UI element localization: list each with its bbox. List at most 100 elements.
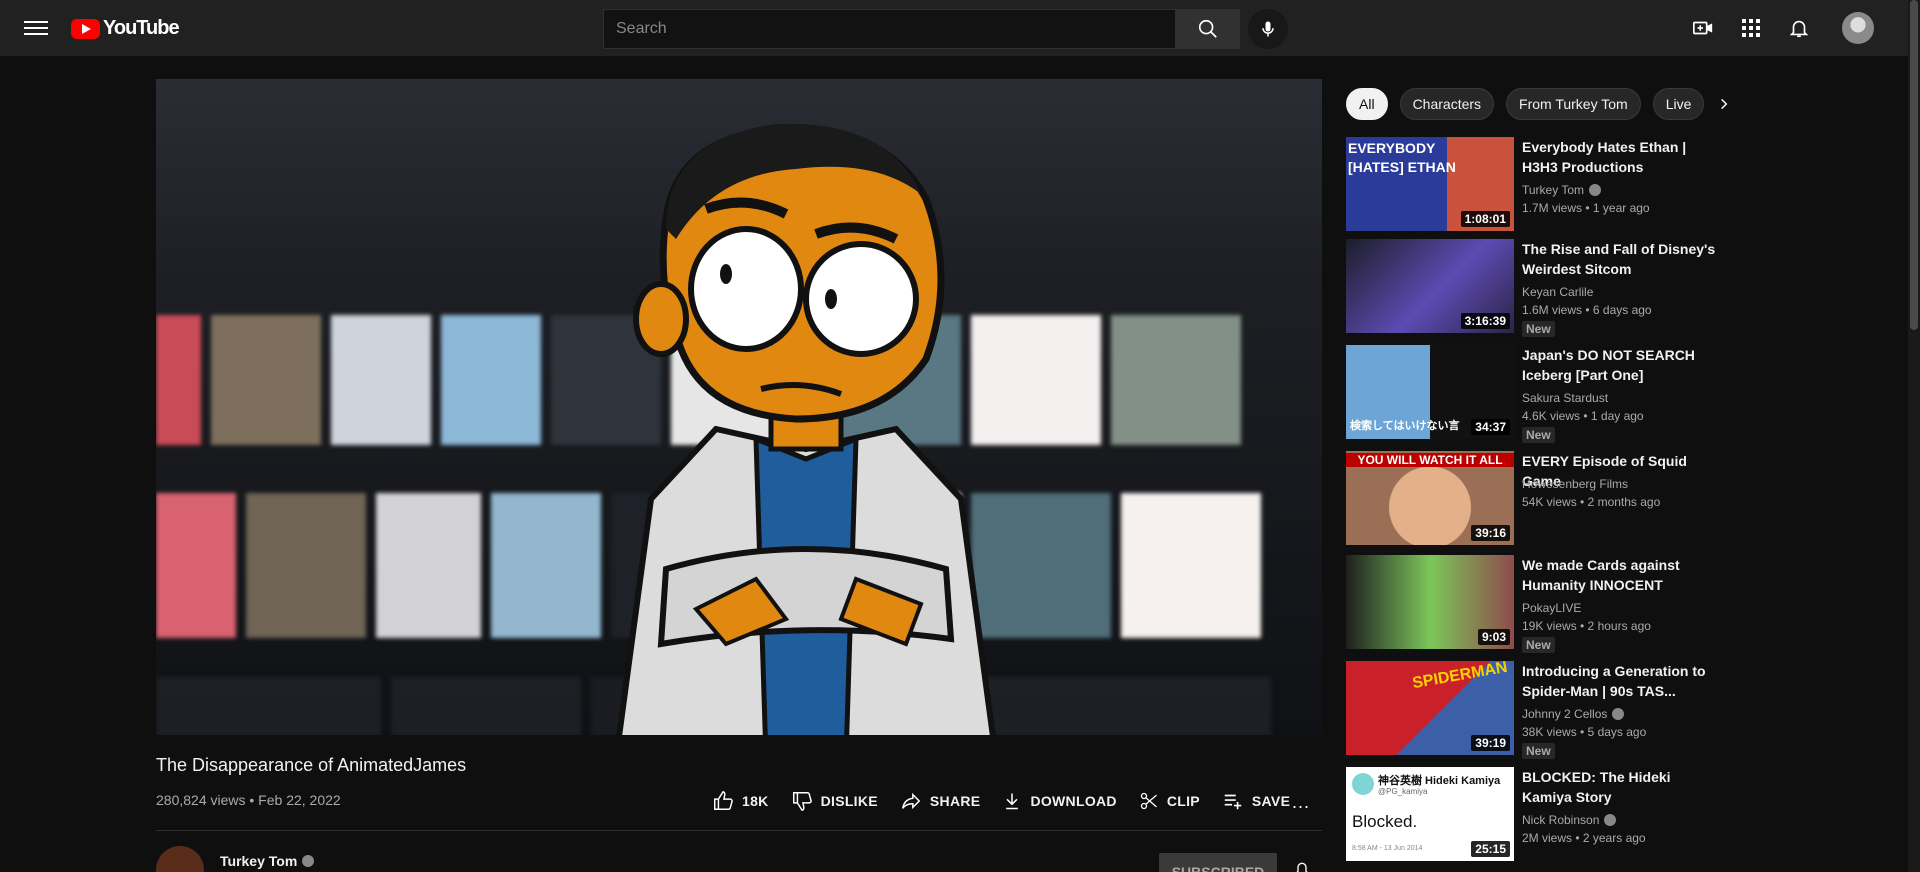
video-duration: 39:16 bbox=[1471, 525, 1510, 541]
video-actions: 18K DISLIKE SHARE DOWNLOAD CLIP SAVE bbox=[712, 789, 1312, 813]
video-thumbnail[interactable]: 神谷英樹 Hideki Kamiya @PG_kamiya Blocked. 8… bbox=[1346, 767, 1514, 861]
video-thumbnail[interactable]: EVERYBODY [HATES] ETHAN 1:08:01 bbox=[1346, 137, 1514, 231]
thumbnail-text: YOU WILL WATCH IT ALL bbox=[1346, 453, 1514, 467]
thumbnail-text: EVERYBODY [HATES] ETHAN bbox=[1348, 140, 1456, 175]
scissors-icon bbox=[1140, 792, 1157, 810]
subscribed-button[interactable]: SUBSCRIBED bbox=[1159, 853, 1277, 872]
new-badge: New bbox=[1522, 321, 1555, 337]
recommendation-title[interactable]: Everybody Hates Ethan | H3H3 Productions bbox=[1522, 137, 1722, 177]
like-button[interactable]: 18K bbox=[712, 790, 769, 812]
scrollbar-thumb[interactable] bbox=[1910, 0, 1918, 330]
recommendation-item[interactable]: 9:03 We made Cards against Humanity INNO… bbox=[1346, 555, 1746, 653]
clip-button[interactable]: CLIP bbox=[1139, 791, 1200, 811]
video-thumbnail[interactable]: YOU WILL WATCH IT ALL 39:16 bbox=[1346, 451, 1514, 545]
youtube-logo[interactable]: YouTube bbox=[71, 17, 180, 40]
video-thumbnail[interactable]: 9:03 bbox=[1346, 555, 1514, 649]
chip-from-turkey-tom[interactable]: From Turkey Tom bbox=[1506, 88, 1641, 120]
chips-next-button[interactable] bbox=[1712, 92, 1736, 116]
thumbnail-date: 8:58 AM - 13 Jun 2014 bbox=[1352, 845, 1423, 852]
recommendation-title[interactable]: Introducing a Generation to Spider-Man |… bbox=[1522, 661, 1722, 701]
channel-name-text: Turkey Tom bbox=[1522, 183, 1585, 197]
verified-icon bbox=[1604, 814, 1617, 826]
channel-name[interactable]: Turkey Tom bbox=[220, 853, 315, 869]
download-button[interactable]: DOWNLOAD bbox=[1002, 791, 1117, 811]
save-button[interactable]: SAVE bbox=[1222, 790, 1290, 812]
create-video-button[interactable] bbox=[1691, 16, 1715, 40]
recommendation-title[interactable]: Japan's DO NOT SEARCH Iceberg [Part One] bbox=[1522, 345, 1722, 385]
video-duration: 25:15 bbox=[1471, 841, 1510, 857]
search-input[interactable]: Search bbox=[603, 9, 1176, 49]
recommendation-meta: 4.6K views • 1 day ago bbox=[1522, 409, 1644, 423]
search-icon bbox=[1198, 19, 1217, 38]
video-thumbnail[interactable]: 検索してはいけない言 34:37 bbox=[1346, 345, 1514, 439]
thumbnail-body: Blocked. bbox=[1352, 812, 1418, 831]
thumbnail-text: SPIDERMAN bbox=[1411, 661, 1509, 693]
new-badge: New bbox=[1522, 637, 1555, 653]
voice-search-button[interactable] bbox=[1248, 9, 1288, 49]
video-thumbnail[interactable]: 3:16:39 bbox=[1346, 239, 1514, 333]
logo-text: YouTube bbox=[103, 17, 180, 39]
recommendation-title[interactable]: We made Cards against Humanity INNOCENT bbox=[1522, 555, 1722, 595]
chevron-right-icon bbox=[1721, 98, 1728, 110]
notifications-button[interactable] bbox=[1787, 16, 1811, 40]
thumbnail-text: 神谷英樹 Hideki Kamiya bbox=[1378, 775, 1501, 787]
recommendation-item[interactable]: EVERYBODY [HATES] ETHAN 1:08:01 Everybod… bbox=[1346, 137, 1746, 231]
apps-grid-icon bbox=[1742, 19, 1760, 37]
recommendation-channel: Sakura Stardust bbox=[1522, 391, 1609, 405]
divider bbox=[156, 830, 1322, 831]
search-button[interactable] bbox=[1176, 9, 1240, 49]
new-badge: New bbox=[1522, 427, 1555, 443]
cartoon-character-artwork bbox=[616, 123, 996, 735]
recommendation-channel: Keyan Carlile bbox=[1522, 285, 1594, 299]
filter-chips: All Characters From Turkey Tom Live bbox=[1346, 88, 1705, 120]
recommendation-title[interactable]: BLOCKED: The Hideki Kamiya Story bbox=[1522, 767, 1722, 807]
thumbs-down-icon bbox=[792, 792, 812, 811]
recommendation-item[interactable]: YOU WILL WATCH IT ALL 39:16 EVERY Episod… bbox=[1346, 451, 1746, 545]
more-actions-button[interactable]: ... bbox=[1292, 792, 1310, 813]
recommendation-item[interactable]: 神谷英樹 Hideki Kamiya @PG_kamiya Blocked. 8… bbox=[1346, 767, 1746, 861]
create-video-icon bbox=[1693, 21, 1713, 35]
recommendation-item[interactable]: 検索してはいけない言 34:37 Japan's DO NOT SEARCH I… bbox=[1346, 345, 1746, 443]
verified-icon bbox=[1612, 708, 1625, 720]
recommendation-item[interactable]: 3:16:39 The Rise and Fall of Disney's We… bbox=[1346, 239, 1746, 337]
share-button[interactable]: SHARE bbox=[900, 790, 981, 812]
recommendation-meta: 1.7M views • 1 year ago bbox=[1522, 201, 1650, 215]
verified-icon bbox=[1589, 184, 1602, 196]
recommendation-meta: 1.6M views • 6 days ago bbox=[1522, 303, 1652, 317]
recommendation-title[interactable]: The Rise and Fall of Disney's Weirdest S… bbox=[1522, 239, 1722, 279]
video-thumbnail[interactable]: SPIDERMAN 39:19 bbox=[1346, 661, 1514, 755]
apps-button[interactable] bbox=[1739, 16, 1763, 40]
menu-icon[interactable] bbox=[24, 17, 48, 39]
youtube-play-icon bbox=[71, 18, 100, 39]
recommendation-item[interactable]: SPIDERMAN 39:19 Introducing a Generation… bbox=[1346, 661, 1746, 759]
chip-live[interactable]: Live bbox=[1652, 88, 1705, 120]
recommendation-channel: Howesenberg Films bbox=[1522, 477, 1629, 491]
download-label: DOWNLOAD bbox=[1030, 793, 1117, 809]
recommendation-meta: 38K views • 5 days ago bbox=[1522, 725, 1647, 739]
share-icon bbox=[901, 792, 921, 810]
recommendation-channel: Johnny 2 Cellos bbox=[1522, 707, 1625, 721]
channel-bell-icon[interactable] bbox=[1294, 860, 1310, 872]
channel-avatar[interactable] bbox=[156, 846, 204, 872]
masthead: YouTube Search bbox=[0, 0, 1920, 56]
page-scrollbar[interactable] bbox=[1908, 0, 1920, 872]
account-avatar[interactable] bbox=[1842, 12, 1874, 44]
chip-all[interactable]: All bbox=[1346, 88, 1388, 120]
video-player[interactable] bbox=[156, 79, 1322, 735]
video-duration: 1:08:01 bbox=[1460, 211, 1510, 227]
dislike-button[interactable]: DISLIKE bbox=[791, 790, 878, 812]
bell-icon bbox=[1789, 20, 1809, 38]
channel-name-text: Johnny 2 Cellos bbox=[1522, 707, 1608, 721]
video-views-date: 280,824 views • Feb 22, 2022 bbox=[156, 792, 341, 808]
recommendation-channel: PokayLIVE bbox=[1522, 601, 1582, 615]
verified-icon bbox=[302, 855, 315, 867]
new-badge: New bbox=[1522, 743, 1555, 759]
video-duration: 39:19 bbox=[1471, 735, 1510, 751]
channel-name-text: Nick Robinson bbox=[1522, 813, 1600, 827]
chip-characters[interactable]: Characters bbox=[1399, 88, 1495, 120]
video-title: The Disappearance of AnimatedJames bbox=[156, 755, 467, 775]
dislike-label: DISLIKE bbox=[820, 793, 878, 809]
microphone-icon bbox=[1262, 21, 1274, 37]
channel-name-text: Turkey Tom bbox=[220, 853, 298, 869]
save-label: SAVE bbox=[1251, 793, 1291, 809]
